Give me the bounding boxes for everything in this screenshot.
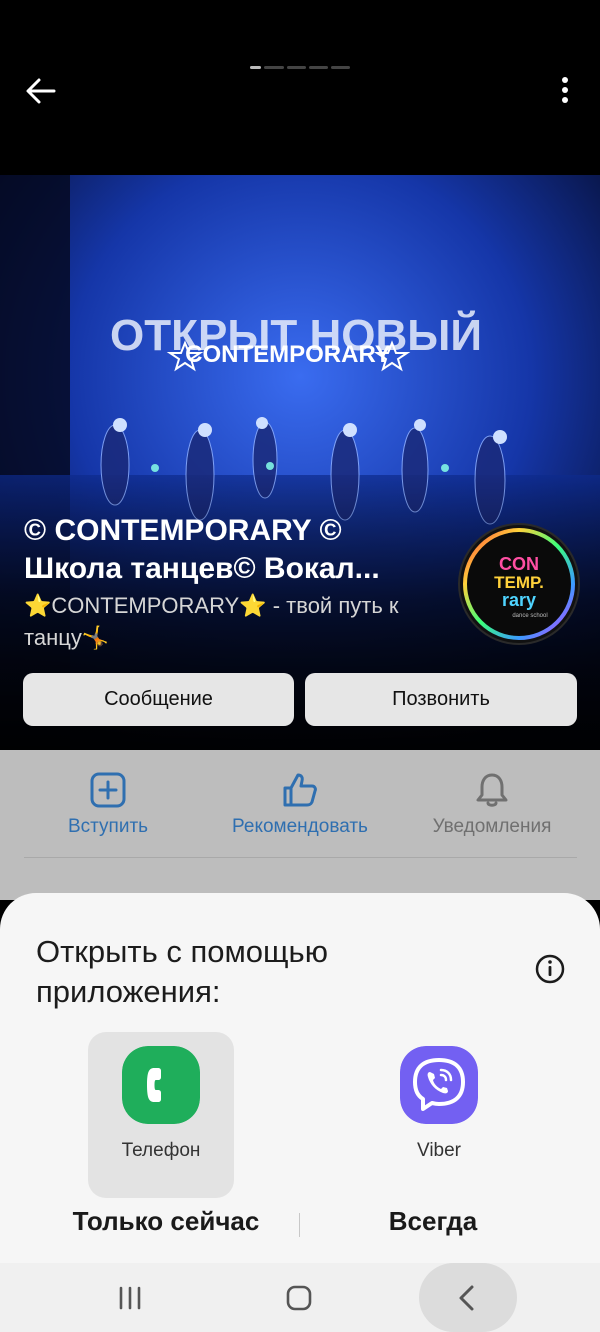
bell-icon: [476, 773, 508, 807]
message-button[interactable]: Сообщение: [23, 673, 294, 726]
more-options-icon[interactable]: [552, 72, 578, 110]
just-once-button[interactable]: Только сейчас: [40, 1206, 292, 1246]
home-icon[interactable]: [282, 1283, 316, 1313]
plus-square-icon: [90, 772, 126, 808]
nav-back-icon[interactable]: [454, 1283, 480, 1313]
thumbs-up-icon: [283, 773, 317, 807]
app-option-phone[interactable]: Телефон: [88, 1032, 234, 1198]
story-page-indicator: [250, 66, 350, 70]
group-cover: ОТКРЫТ НОВЫЙ CONTEMPORARY: [0, 175, 600, 750]
join-action[interactable]: Вступить: [8, 770, 208, 850]
phone-app-label: Телефон: [121, 1140, 201, 1161]
sheet-title: Открыть с помощью приложения:: [36, 934, 328, 1009]
choice-separator: [299, 1213, 300, 1237]
call-button[interactable]: Позвонить: [305, 673, 577, 726]
notifications-action[interactable]: Уведомления: [392, 770, 592, 850]
app-option-viber[interactable]: Viber: [366, 1032, 512, 1198]
viber-app-label: Viber: [416, 1140, 461, 1161]
back-arrow-icon[interactable]: [22, 72, 60, 110]
group-title: © CONTEMPORARY © Школа танцев© Вокал...: [24, 512, 444, 588]
group-title-line1: © CONTEMPORARY ©: [24, 514, 342, 547]
notifications-label: Уведомления: [432, 816, 552, 837]
avatar-line3: rary: [502, 590, 536, 610]
recent-apps-icon[interactable]: [112, 1285, 148, 1311]
viber-app-icon: [400, 1046, 478, 1124]
cover-caption: CONTEMPORARY: [185, 341, 391, 368]
always-button[interactable]: Всегда: [310, 1206, 556, 1246]
group-status: ⭐CONTEMPORARY⭐ - твой путь к танцу🤸: [24, 593, 399, 650]
info-icon[interactable]: [534, 953, 566, 985]
group-title-line2: Школа танцев© Вокал...: [24, 552, 380, 585]
phone-app-icon: [122, 1046, 200, 1124]
avatar-small: dance school: [512, 613, 547, 619]
group-avatar[interactable]: CON TEMP. rary dance school: [460, 525, 578, 643]
divider: [24, 857, 577, 858]
top-bar: [0, 0, 600, 175]
avatar-logo: CON TEMP. rary dance school: [463, 528, 575, 640]
join-label: Вступить: [67, 816, 149, 837]
recommend-label: Рекомендовать: [232, 816, 368, 837]
avatar-line1: CON: [499, 554, 539, 574]
recommend-action[interactable]: Рекомендовать: [200, 770, 400, 850]
